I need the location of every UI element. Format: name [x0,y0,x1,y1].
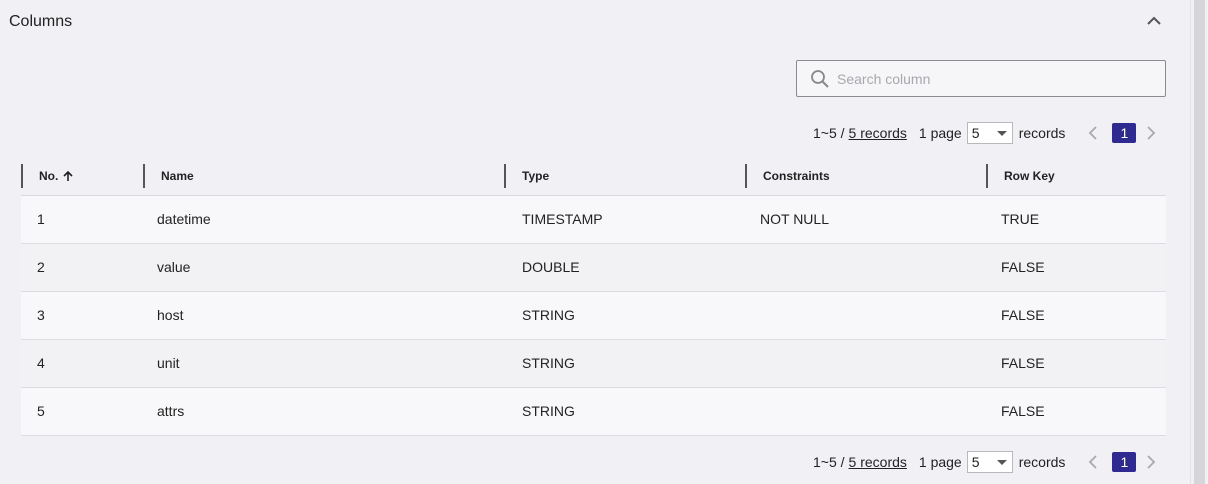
chevron-left-icon [1089,126,1098,140]
search-input[interactable] [837,70,1137,87]
columns-table: No. Name Type Constraints Row Key 1 date… [21,160,1166,436]
search-field[interactable] [796,60,1166,97]
table-row[interactable]: 1 datetime TIMESTAMP NOT NULL TRUE [21,196,1166,244]
page-size-select[interactable]: 5 [966,122,1013,144]
table-row[interactable]: 3 host STRING FALSE [21,292,1166,340]
table-row[interactable]: 4 unit STRING FALSE [21,340,1166,388]
page-size-value: 5 [971,125,980,141]
table-row[interactable]: 5 attrs STRING FALSE [21,388,1166,436]
cell-constraints: NOT NULL [760,211,829,227]
cell-type: DOUBLE [522,259,580,275]
cell-type: TIMESTAMP [522,211,603,227]
pager-bottom: 1~5 / 5 records 1 page 5 records 1 [813,451,1160,473]
records-label: records [1018,454,1066,470]
arrow-up-icon [63,170,73,181]
chevron-left-icon [1089,455,1098,469]
header-type[interactable]: Type [504,164,745,188]
page-size-value: 5 [971,454,980,470]
next-page-button[interactable] [1146,122,1160,144]
page-number-button[interactable]: 1 [1112,123,1137,143]
cell-row-key: FALSE [1001,259,1045,275]
header-label: No. [39,169,59,183]
cell-name: value [157,259,191,275]
pager-range: 1~5 / [813,125,845,141]
page-size-select[interactable]: 5 [966,451,1013,473]
chevron-right-icon [1147,126,1156,140]
cell-type: STRING [522,355,575,371]
prev-page-button[interactable] [1088,451,1102,473]
cell-name: host [157,307,184,323]
cell-no: 4 [37,355,45,371]
caret-down-icon [996,460,1007,465]
cell-row-key: TRUE [1001,211,1040,227]
cell-row-key: FALSE [1001,307,1045,323]
pager-range: 1~5 / [813,454,845,470]
records-link[interactable]: 5 records [849,454,907,470]
caret-down-icon [996,131,1007,136]
chevron-right-icon [1147,455,1156,469]
cell-row-key: FALSE [1001,355,1045,371]
cell-type: STRING [522,307,575,323]
chevron-up-icon[interactable] [1145,12,1163,30]
cell-name: unit [157,355,180,371]
search-icon [811,69,829,88]
header-constraints[interactable]: Constraints [745,164,986,188]
cell-row-key: FALSE [1001,403,1045,419]
page-number-button[interactable]: 1 [1112,452,1137,472]
pager-top: 1~5 / 5 records 1 page 5 records 1 [813,122,1160,144]
header-label: Constraints [763,169,830,183]
section-title: Columns [9,13,73,30]
header-no[interactable]: No. [21,164,143,188]
table-row[interactable]: 2 value DOUBLE FALSE [21,244,1166,292]
cell-name: datetime [157,211,211,227]
table-header: No. Name Type Constraints Row Key [21,160,1166,196]
cell-no: 2 [37,259,45,275]
cell-name: attrs [157,403,185,419]
header-label: Type [522,169,550,183]
cell-no: 3 [37,307,45,323]
cell-type: STRING [522,403,575,419]
header-label: Row Key [1004,169,1055,183]
cell-no: 5 [37,403,45,419]
page-label: 1 page [918,125,962,141]
records-label: records [1018,125,1066,141]
records-link[interactable]: 5 records [849,125,907,141]
scrollbar-thumb[interactable] [1194,0,1205,484]
scrollbar[interactable] [1190,0,1208,484]
columns-panel: Columns 1~5 / 5 records 1 page 5 records… [0,0,1190,484]
next-page-button[interactable] [1146,451,1160,473]
header-label: Name [161,169,194,183]
table-body: 1 datetime TIMESTAMP NOT NULL TRUE 2 val… [21,196,1166,436]
header-name[interactable]: Name [143,164,504,188]
page-label: 1 page [918,454,962,470]
header-row-key[interactable]: Row Key [986,164,1166,188]
cell-no: 1 [37,211,45,227]
prev-page-button[interactable] [1088,122,1102,144]
